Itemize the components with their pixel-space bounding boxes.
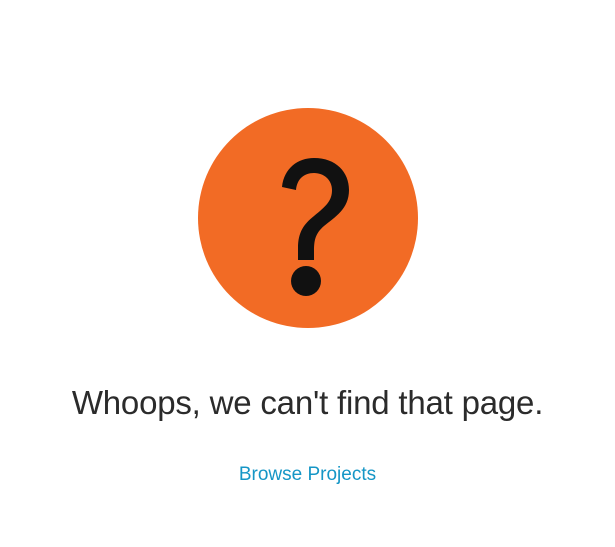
not-found-page: Whoops, we can't find that page. Browse … (0, 0, 615, 547)
page-title: Whoops, we can't find that page. (71, 384, 544, 421)
question-mark-icon (198, 108, 418, 328)
question-mark-glyph (282, 158, 349, 296)
browse-projects-link[interactable]: Browse Projects (0, 463, 615, 487)
